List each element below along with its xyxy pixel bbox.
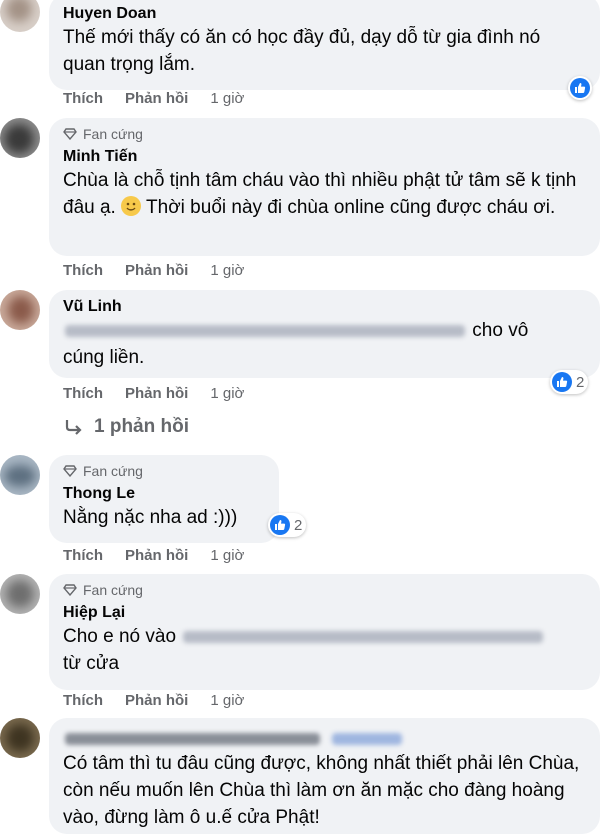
- comment-time[interactable]: 1 giờ: [210, 385, 244, 402]
- redacted-text: [65, 324, 465, 337]
- comment-text-part: Cho e nó vào: [63, 626, 177, 647]
- reaction-count[interactable]: 2: [550, 370, 589, 394]
- like-reaction-icon: [570, 78, 590, 98]
- fan-badge-label: Fan cứng: [83, 463, 143, 479]
- comment-author-redacted: [63, 728, 586, 750]
- avatar[interactable]: [0, 455, 40, 495]
- comment-actions: Thích Phản hồi 1 giờ: [63, 547, 244, 564]
- diamond-icon: [63, 128, 77, 140]
- comment-actions: Thích Phản hồi 1 giờ: [63, 262, 244, 279]
- comment-bubble: Fan cứng Thong Le Nằng nặc nha ad :))): [49, 455, 279, 543]
- reaction-count[interactable]: [568, 76, 592, 100]
- reply-button[interactable]: Phản hồi: [125, 385, 188, 402]
- comment-bubble: Huyen Doan Thế mới thấy có ăn có học đầy…: [49, 0, 600, 90]
- comment-bubble: Vũ Linh cho vô cúng liền.: [49, 290, 600, 378]
- comment-time[interactable]: 1 giờ: [210, 262, 244, 279]
- comment-author[interactable]: Thong Le: [63, 484, 265, 504]
- like-button[interactable]: Thích: [63, 692, 103, 709]
- reaction-number: 2: [294, 516, 303, 534]
- comment-4: Fan cứng Thong Le Nằng nặc nha ad :))) 2…: [0, 455, 600, 575]
- redacted-author: [65, 733, 320, 745]
- comment-actions: Thích Phản hồi 1 giờ: [63, 385, 244, 402]
- comment-text: Cho e nó vào từ cửa: [63, 623, 586, 677]
- comment-author[interactable]: Minh Tiến: [63, 147, 586, 167]
- comment-bubble: Có tâm thì tu đâu cũng được, không nhất …: [49, 718, 600, 834]
- reply-button[interactable]: Phản hồi: [125, 90, 188, 107]
- comment-1: Huyen Doan Thế mới thấy có ăn có học đầy…: [0, 0, 600, 112]
- comment-text: cho vô cúng liền.: [63, 317, 586, 371]
- like-button[interactable]: Thích: [63, 90, 103, 107]
- comment-bubble: Fan cứng Minh Tiến Chùa là chỗ tịnh tâm …: [49, 118, 600, 256]
- comment-text-part: cúng liền.: [63, 347, 145, 368]
- comment-text-part: cho vô: [472, 320, 529, 341]
- reply-button[interactable]: Phản hồi: [125, 547, 188, 564]
- fan-badge: Fan cứng: [63, 125, 586, 143]
- comment-2: Fan cứng Minh Tiến Chùa là chỗ tịnh tâm …: [0, 118, 600, 288]
- avatar[interactable]: [0, 118, 40, 158]
- comment-actions: Thích Phản hồi 1 giờ: [63, 90, 244, 107]
- diamond-icon: [63, 584, 77, 596]
- reply-arrow-icon: [65, 420, 82, 435]
- comment-6: Có tâm thì tu đâu cũng được, không nhất …: [0, 718, 600, 834]
- like-reaction-icon: [270, 515, 290, 535]
- comment-time[interactable]: 1 giờ: [210, 692, 244, 709]
- comment-time[interactable]: 1 giờ: [210, 547, 244, 564]
- comment-text: Chùa là chỗ tịnh tâm cháu vào thì nhiều …: [63, 167, 586, 221]
- comment-author[interactable]: Huyen Doan: [63, 4, 586, 24]
- avatar[interactable]: [0, 574, 40, 614]
- fan-badge: Fan cứng: [63, 462, 265, 480]
- like-button[interactable]: Thích: [63, 547, 103, 564]
- comment-text-part: từ cửa: [63, 653, 120, 674]
- comment-text: Nằng nặc nha ad :))): [63, 507, 238, 528]
- reply-button[interactable]: Phản hồi: [125, 692, 188, 709]
- avatar[interactable]: [0, 718, 40, 758]
- comment-text-part: Thời buổi này đi chùa online cũng được c…: [146, 197, 556, 218]
- replies-count: 1 phản hồi: [94, 416, 189, 437]
- comment-time[interactable]: 1 giờ: [210, 90, 244, 107]
- comment-text: Có tâm thì tu đâu cũng được, không nhất …: [63, 753, 580, 828]
- fan-badge-label: Fan cứng: [83, 126, 143, 142]
- reply-button[interactable]: Phản hồi: [125, 262, 188, 279]
- avatar[interactable]: [0, 290, 40, 330]
- reaction-number: 2: [576, 373, 585, 391]
- like-reaction-icon: [552, 372, 572, 392]
- redacted-text: [183, 630, 544, 643]
- smiling-face-emoji: [121, 196, 142, 216]
- comment-actions: Thích Phản hồi 1 giờ: [63, 692, 244, 709]
- reaction-count[interactable]: 2: [268, 513, 307, 537]
- comment-bubble: Fan cứng Hiệp Lại Cho e nó vào từ cửa: [49, 574, 600, 690]
- redacted-badge: [332, 733, 402, 745]
- comment-5: Fan cứng Hiệp Lại Cho e nó vào từ cửa Th…: [0, 574, 600, 714]
- view-replies-link[interactable]: 1 phản hồi: [64, 416, 189, 438]
- avatar[interactable]: [0, 0, 40, 32]
- diamond-icon: [63, 465, 77, 477]
- comment-text: Thế mới thấy có ăn có học đầy đủ, dạy dỗ…: [63, 27, 541, 75]
- like-button[interactable]: Thích: [63, 262, 103, 279]
- comment-author[interactable]: Vũ Linh: [63, 297, 586, 317]
- fan-badge-label: Fan cứng: [83, 582, 143, 598]
- comment-author[interactable]: Hiệp Lại: [63, 603, 586, 623]
- like-button[interactable]: Thích: [63, 385, 103, 402]
- comment-3: Vũ Linh cho vô cúng liền. 2 Thích Phản hồ…: [0, 290, 600, 440]
- fan-badge: Fan cứng: [63, 581, 586, 599]
